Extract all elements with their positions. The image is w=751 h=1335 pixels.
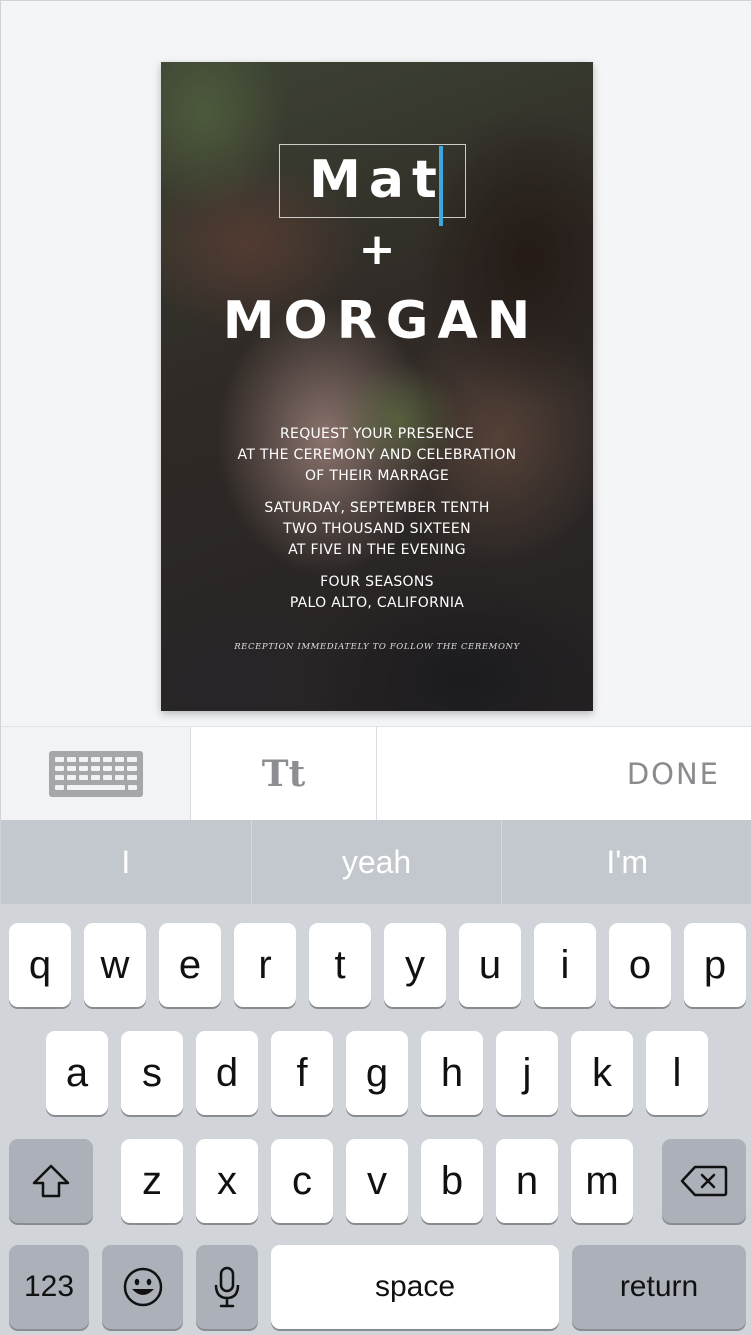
key-s[interactable]: s (121, 1031, 183, 1115)
key-a[interactable]: a (46, 1031, 108, 1115)
key-u[interactable]: u (459, 923, 521, 1007)
text-caret (439, 146, 443, 226)
dictation-key[interactable] (196, 1245, 258, 1329)
key-e[interactable]: e (159, 923, 221, 1007)
predictive-bar: I yeah I'm (1, 820, 751, 904)
first-name-text[interactable]: Mat (161, 148, 593, 212)
details-request[interactable]: REQUEST YOUR PRESENCE AT THE CEREMONY AN… (161, 424, 593, 487)
key-x[interactable]: x (196, 1139, 258, 1223)
return-key[interactable]: return (572, 1245, 746, 1329)
text-style-button[interactable]: Tt (191, 727, 377, 821)
done-button[interactable]: DONE (627, 727, 720, 821)
details-line: REQUEST YOUR PRESENCE (280, 426, 474, 442)
microphone-icon (214, 1266, 240, 1308)
key-h[interactable]: h (421, 1031, 483, 1115)
details-line: TWO THOUSAND SIXTEEN (283, 521, 471, 537)
key-c[interactable]: c (271, 1139, 333, 1223)
emoji-key[interactable] (102, 1245, 183, 1329)
details-line: PALO ALTO, CALIFORNIA (289, 595, 465, 611)
delete-key[interactable] (662, 1139, 746, 1223)
key-v[interactable]: v (346, 1139, 408, 1223)
keyboard-toggle-button[interactable] (1, 727, 191, 821)
ios-keyboard: I yeah I'm q w e r t y u i o p a s d f g… (1, 820, 751, 1335)
key-j[interactable]: j (496, 1031, 558, 1115)
details-line: SATURDAY, SEPTEMBER TENTH (264, 500, 490, 516)
reception-footnote[interactable]: RECEPTION IMMEDIATELY TO FOLLOW THE CERE… (161, 642, 593, 652)
text-edit-toolbar: Tt DONE (1, 726, 751, 821)
key-f[interactable]: f (271, 1031, 333, 1115)
emoji-icon (123, 1267, 162, 1307)
key-b[interactable]: b (421, 1139, 483, 1223)
space-key[interactable]: space (271, 1245, 559, 1329)
key-p[interactable]: p (684, 923, 746, 1007)
shift-key[interactable] (9, 1139, 93, 1223)
key-o[interactable]: o (609, 923, 671, 1007)
details-line: AT THE CEREMONY AND CELEBRATION (237, 447, 517, 463)
invitation-content: Mat + MORGAN REQUEST YOUR PRESENCE AT TH… (161, 62, 593, 711)
suggestion-item[interactable]: I'm (502, 820, 751, 904)
key-w[interactable]: w (84, 923, 146, 1007)
key-y[interactable]: y (384, 923, 446, 1007)
key-z[interactable]: z (121, 1139, 183, 1223)
key-q[interactable]: q (9, 923, 71, 1007)
details-venue[interactable]: FOUR SEASONS PALO ALTO, CALIFORNIA (161, 572, 593, 614)
shift-icon (32, 1164, 70, 1198)
key-m[interactable]: m (571, 1139, 633, 1223)
keyboard-icon (48, 751, 143, 797)
plus-sign[interactable]: + (161, 222, 593, 278)
details-line: FOUR SEASONS (320, 574, 434, 590)
second-name-text[interactable]: MORGAN (161, 288, 593, 354)
editor-canvas: Mat + MORGAN REQUEST YOUR PRESENCE AT TH… (1, 1, 751, 726)
numbers-key[interactable]: 123 (9, 1245, 89, 1329)
key-r[interactable]: r (234, 923, 296, 1007)
key-d[interactable]: d (196, 1031, 258, 1115)
key-g[interactable]: g (346, 1031, 408, 1115)
details-date[interactable]: SATURDAY, SEPTEMBER TENTH TWO THOUSAND S… (161, 498, 593, 561)
details-line: AT FIVE IN THE EVENING (288, 542, 466, 558)
key-n[interactable]: n (496, 1139, 558, 1223)
invitation-card[interactable]: Mat + MORGAN REQUEST YOUR PRESENCE AT TH… (161, 62, 593, 711)
suggestion-item[interactable]: yeah (252, 820, 502, 904)
backspace-icon (680, 1165, 728, 1197)
key-k[interactable]: k (571, 1031, 633, 1115)
key-t[interactable]: t (309, 923, 371, 1007)
key-l[interactable]: l (646, 1031, 708, 1115)
key-i[interactable]: i (534, 923, 596, 1007)
details-line: OF THEIR MARRAGE (304, 468, 450, 484)
suggestion-item[interactable]: I (1, 820, 251, 904)
